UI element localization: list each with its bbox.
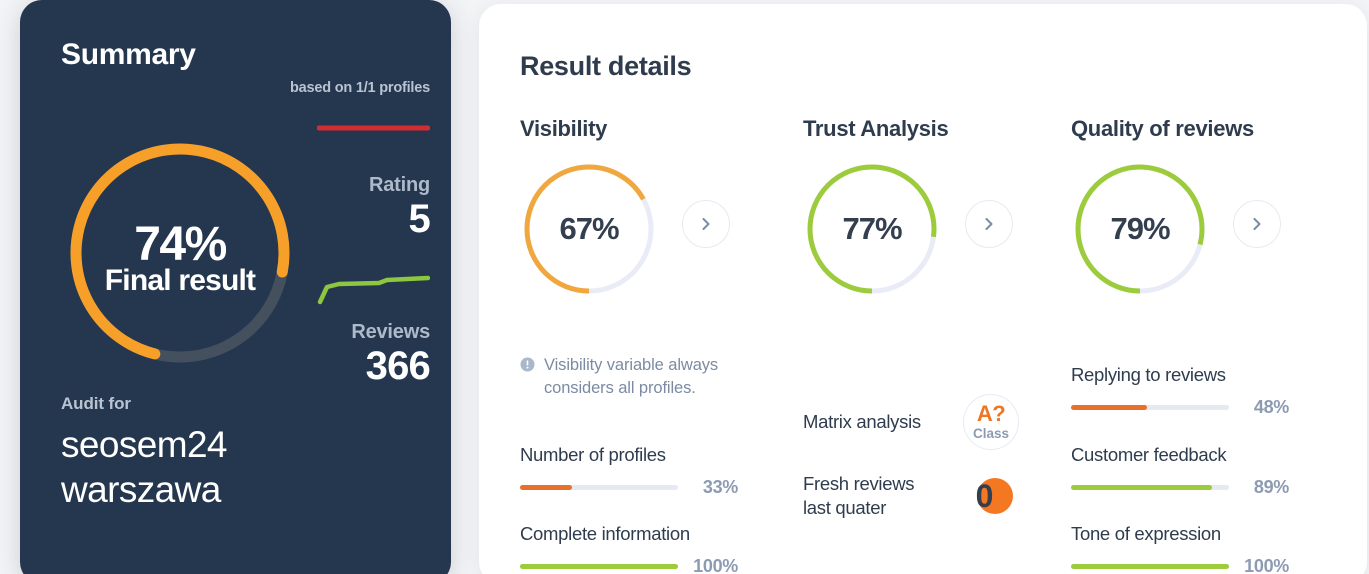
metric-label: Complete information	[520, 523, 690, 544]
trust-percent: 77%	[842, 211, 902, 246]
metric-replying-to-reviews: Replying to reviews 48%	[1071, 364, 1289, 418]
summary-title: Summary	[61, 38, 196, 71]
metric-percent: 48%	[1253, 397, 1289, 417]
metric-percent: 89%	[1253, 477, 1289, 497]
trust-ring: 77%	[803, 160, 941, 298]
metric-bar-row: 89%	[1071, 477, 1289, 498]
visibility-note: Visibility variable always considers all…	[520, 354, 768, 401]
quality-details-button[interactable]	[1233, 200, 1281, 248]
metric-label: Number of profiles	[520, 444, 666, 465]
rating-label: Rating	[368, 174, 430, 196]
trust-row-fresh-reviews: Fresh reviews last quater 0	[803, 468, 1063, 524]
metric-bar-row: 33%	[520, 477, 738, 498]
metric-bar-row: 100%	[520, 556, 738, 574]
visibility-ring: 67%	[520, 160, 658, 298]
metric-bar-track	[520, 485, 678, 490]
metric-bar-fill	[1071, 405, 1147, 410]
metric-bar-track	[1071, 405, 1229, 410]
trust-ring-row: 77%	[803, 160, 1063, 300]
quality-ring-row: 79%	[1071, 160, 1351, 300]
metric-tone-of-expression: Tone of expression 100%	[1071, 523, 1289, 574]
summary-card: Summary based on 1/1 profiles Rating 5 R…	[20, 0, 451, 574]
final-result-percent: 74%	[134, 218, 227, 272]
visibility-percent: 67%	[559, 211, 619, 246]
chevron-right-icon	[1253, 217, 1261, 231]
reviews-value: 366	[365, 344, 431, 388]
audit-for-label: Audit for	[61, 394, 131, 413]
metric-label: Tone of expression	[1071, 523, 1221, 544]
matrix-class-badge: A? Class	[963, 394, 1019, 450]
metric-bar-track	[1071, 485, 1229, 490]
metric-percent: 100%	[1244, 556, 1289, 574]
final-result-caption: Final result	[104, 264, 256, 298]
metric-bar-row: 100%	[1071, 556, 1289, 574]
matrix-class-sub: Class	[972, 426, 1010, 442]
audit-dashboard: Summary based on 1/1 profiles Rating 5 R…	[0, 0, 1369, 574]
result-details-title: Result details	[520, 51, 692, 81]
column-quality-of-reviews: Quality of reviews 79%	[1071, 116, 1351, 300]
result-details-card: Result details Visibility 67% Visibility…	[479, 4, 1367, 574]
trust-row-matrix-analysis: Matrix analysis A? Class	[803, 394, 1063, 450]
metric-bar-fill	[520, 485, 573, 490]
quality-ring: 79%	[1071, 160, 1209, 298]
final-result-gauge-center: 74% Final result	[64, 137, 296, 369]
metric-bar-fill	[1071, 485, 1212, 490]
metric-bar-fill	[1071, 564, 1229, 569]
metric-percent: 100%	[693, 556, 738, 574]
metric-number-of-profiles: Number of profiles 33%	[520, 444, 738, 498]
trust-row-label: Matrix analysis	[803, 411, 921, 433]
rating-value: 5	[408, 197, 431, 241]
column-visibility-heading: Visibility	[520, 116, 608, 141]
quality-percent: 79%	[1110, 211, 1170, 246]
metric-bar-track	[1071, 564, 1229, 569]
trust-details-button[interactable]	[965, 200, 1013, 248]
column-trust-heading: Trust Analysis	[803, 116, 949, 141]
matrix-class-grade: A?	[976, 401, 1006, 427]
metric-label: Customer feedback	[1071, 444, 1227, 465]
chevron-right-icon	[702, 217, 710, 231]
visibility-ring-row: 67%	[520, 160, 780, 300]
reviews-sparkline	[317, 275, 430, 305]
audit-for-name: seosem24 warszawa	[61, 424, 228, 511]
column-trust-analysis: Trust Analysis 77%	[803, 116, 1063, 300]
reviews-label: Reviews	[351, 321, 430, 343]
trust-row-label: Fresh reviews last quater	[803, 473, 915, 518]
metric-label: Replying to reviews	[1071, 364, 1226, 385]
visibility-note-text: Visibility variable always considers all…	[544, 356, 719, 398]
based-on-profiles-label: based on 1/1 profiles	[289, 80, 430, 96]
chevron-right-icon	[985, 217, 993, 231]
metric-bar-fill	[520, 564, 678, 569]
metric-bar-row: 48%	[1071, 397, 1289, 418]
final-result-gauge: 74% Final result	[64, 137, 296, 369]
metric-percent: 33%	[702, 477, 738, 497]
metric-bar-track	[520, 564, 678, 569]
info-exclamation-icon	[520, 357, 535, 377]
fresh-reviews-value-badge: 0	[963, 468, 1019, 524]
visibility-details-button[interactable]	[682, 200, 730, 248]
metric-complete-information: Complete information 100%	[520, 523, 738, 574]
column-quality-heading: Quality of reviews	[1071, 116, 1254, 141]
rating-sparkline	[317, 125, 430, 131]
fresh-reviews-count: 0	[975, 477, 994, 514]
column-visibility: Visibility 67%	[520, 116, 780, 300]
metric-customer-feedback: Customer feedback 89%	[1071, 444, 1289, 498]
